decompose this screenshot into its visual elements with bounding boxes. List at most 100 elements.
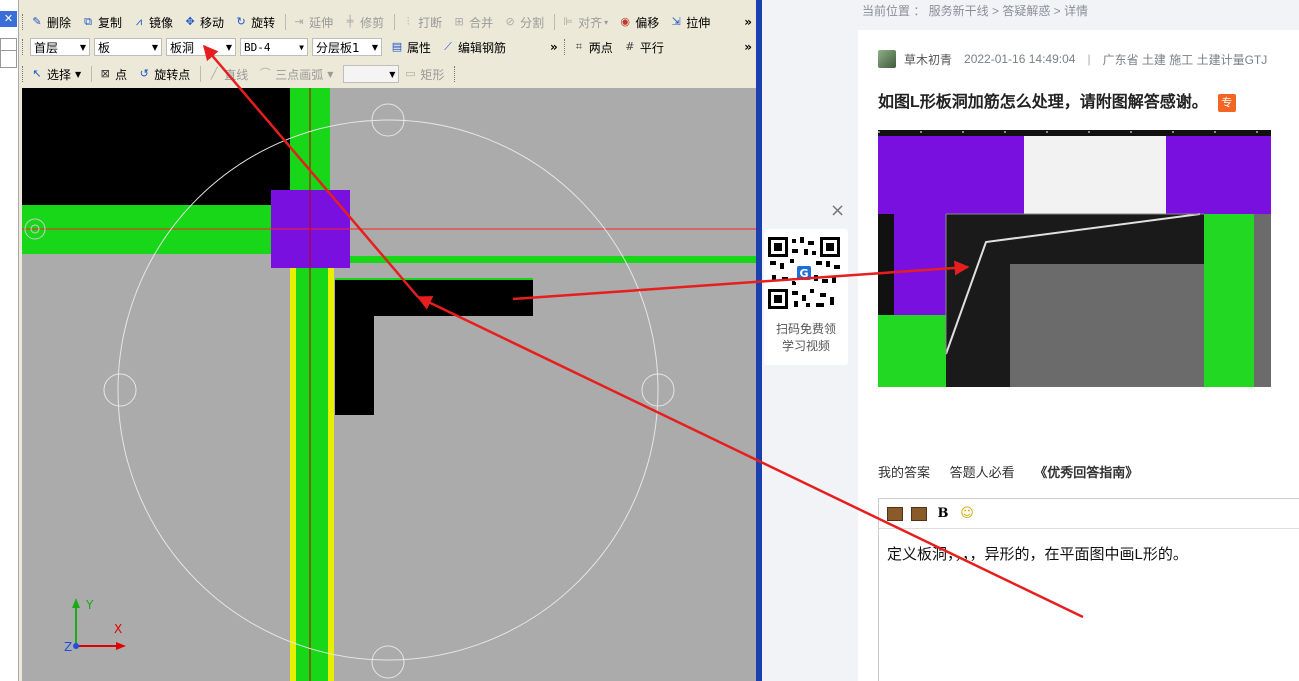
toolbar-separator: [200, 66, 202, 82]
question-tags[interactable]: 广东省 土建 施工 土建计量GTJ: [1103, 51, 1268, 68]
category-select[interactable]: 板 ▼: [94, 38, 162, 56]
line-button[interactable]: ╱ 直线: [207, 66, 248, 83]
edit-toolbar: ✎ 删除 ⧉ 复制 ⩘ 镜像 ✥ 移动 ↻ 旋转 ⇥ 延伸 ╪ 修剪 ⫶ 打断 ⊞ 合并 ⊘ 分割 …: [22, 10, 756, 34]
rotate-point-button[interactable]: ↺ 旋转点: [137, 66, 191, 83]
trim-icon: ╪: [346, 15, 354, 28]
qr-promo[interactable]: G 扫码免费领 学习视频: [764, 229, 848, 365]
toolbar-separator: [91, 66, 93, 82]
toolbar-separator: [394, 14, 396, 30]
chevron-down-icon: ▼: [299, 42, 304, 52]
chevron-down-icon: ▼: [327, 69, 334, 79]
tab-must-read[interactable]: 答题人必看: [950, 465, 1015, 480]
avatar[interactable]: [878, 50, 896, 68]
guide-link[interactable]: 《优秀回答指南》: [1034, 465, 1138, 480]
merge-icon: ⊞: [454, 15, 464, 28]
merge-button[interactable]: ⊞ 合并: [452, 14, 494, 31]
move-button[interactable]: ✥ 移动: [183, 14, 224, 31]
toolbar-grip[interactable]: [454, 66, 458, 82]
drawing-canvas[interactable]: Y X Z: [22, 88, 756, 681]
point-icon: ⊠: [100, 67, 110, 80]
upload-image-icon[interactable]: [911, 506, 927, 521]
parallel-icon: #: [625, 40, 635, 53]
close-icon[interactable]: ✕: [0, 11, 17, 27]
split-button[interactable]: ⊘ 分割: [503, 14, 545, 31]
toolbar-overflow-button[interactable]: »: [744, 40, 756, 54]
axis-label-y: Y: [86, 598, 94, 612]
panel-field[interactable]: [0, 50, 17, 68]
copy-icon: ⧉: [84, 15, 92, 28]
axis-label-z: Z: [64, 640, 73, 654]
copy-button[interactable]: ⧉ 复制: [81, 14, 122, 31]
question-title: 如图L形板洞加筋怎么处理，请附图解答感谢。专: [878, 88, 1236, 112]
answer-editor[interactable]: B ☺ 定义板洞，，，，异形的，在平面图中画L形的。: [878, 498, 1299, 681]
chevron-down-icon: ▼: [151, 42, 158, 52]
chevron-down-icon: ▼: [75, 69, 82, 79]
question-image[interactable]: [878, 130, 1271, 387]
post-timestamp: 2022-01-16 14:49:04: [964, 52, 1076, 66]
component-toolbar: 首层 ▼ 板 ▼ 板洞 ▼ BD-4 ▼ 分层板1 ▼ ▤ 属性 ⟋ 编辑钢筋 » ⌗ 两点 #…: [22, 35, 756, 59]
arc-option-select[interactable]: ▼: [343, 65, 400, 83]
align-button[interactable]: ⊫ 对齐 ▾: [561, 14, 608, 31]
arc-button[interactable]: ⌒ 三点画弧 ▼: [258, 66, 334, 83]
break-button[interactable]: ⫶ 打断: [401, 14, 442, 31]
select-button[interactable]: ↖ 选择 ▼: [30, 66, 81, 83]
split-icon: ⊘: [505, 15, 515, 28]
toolbar-grip[interactable]: [22, 39, 26, 55]
image-icon[interactable]: [887, 506, 903, 521]
qa-webpage: 当前位置 ： 服务新干线 > 答疑解惑 > 详情 × G 扫码免费领 学习视频 …: [762, 0, 1299, 681]
delete-button[interactable]: ✎ 删除: [30, 14, 71, 31]
chevron-down-icon: ▼: [79, 42, 86, 52]
author-row: 草木初青 2022-01-16 14:49:04 | 广东省 土建 施工 土建计…: [878, 50, 1279, 68]
layer-select[interactable]: 分层板1 ▼: [312, 38, 382, 56]
edit-rebar-button[interactable]: ⟋ 编辑钢筋: [441, 39, 506, 56]
toolbar-grip[interactable]: [22, 14, 26, 30]
qr-label: 扫码免费领 学习视频: [775, 322, 836, 353]
rotate-point-icon: ↺: [139, 67, 149, 80]
author-name[interactable]: 草木初青: [904, 51, 952, 68]
mirror-button[interactable]: ⩘ 镜像: [132, 14, 173, 31]
cad-window: ✕ ✎ 删除 ⧉ 复制 ⩘ 镜像 ✥ 移动 ↻ 旋转 ⇥ 延伸 ╪ 修剪 ⫶ 打断 ⊞ 合并 ⊘ 分…: [0, 0, 762, 681]
toolbar-grip[interactable]: [22, 66, 26, 82]
rotate-button[interactable]: ↻ 旋转: [234, 14, 275, 31]
rect-icon: ▭: [405, 67, 416, 80]
offset-button[interactable]: ◉ 偏移: [618, 14, 659, 31]
break-icon: ⫶: [406, 15, 410, 28]
rect-button[interactable]: ▭ 矩形: [403, 66, 444, 83]
qr-code-icon: G: [768, 237, 840, 309]
toolbar-overflow-button[interactable]: »: [744, 15, 756, 29]
cursor-icon: ↖: [32, 67, 42, 80]
draw-toolbar: ↖ 选择 ▼ ⊠ 点 ↺ 旋转点 ╱ 直线 ⌒ 三点画弧 ▼ ▼ ▭ 矩形: [22, 62, 492, 86]
answer-text-area[interactable]: 定义板洞，，，，异形的，在平面图中画L形的。: [879, 529, 1299, 578]
chevron-down-icon: ▾: [604, 17, 609, 27]
extend-icon: ⇥: [294, 15, 304, 28]
extend-button[interactable]: ⇥ 延伸: [292, 14, 333, 31]
bold-button[interactable]: B: [935, 506, 951, 521]
question-card: 草木初青 2022-01-16 14:49:04 | 广东省 土建 施工 土建计…: [858, 30, 1299, 681]
floor-select[interactable]: 首层 ▼: [30, 38, 90, 56]
answer-tabs: 我的答案 答题人必看 《优秀回答指南》: [878, 462, 1154, 481]
stretch-button[interactable]: ⇲ 拉伸: [669, 14, 711, 31]
toolbar-separator: [285, 14, 287, 30]
rebar-icon: ⟋: [444, 40, 452, 53]
point-button[interactable]: ⊠ 点: [98, 66, 128, 83]
properties-button[interactable]: ▤ 属性: [390, 39, 431, 56]
move-icon: ✥: [185, 15, 195, 28]
left-panel-strip: ✕: [0, 0, 19, 681]
line-icon: ╱: [210, 67, 218, 80]
two-point-button[interactable]: ⌗ 两点: [572, 39, 613, 56]
emoji-icon[interactable]: ☺: [959, 506, 975, 521]
parallel-button[interactable]: # 平行: [623, 39, 664, 56]
breadcrumb[interactable]: 当前位置 ： 服务新干线 > 答疑解惑 > 详情: [862, 2, 1088, 19]
tab-my-answer[interactable]: 我的答案: [878, 465, 930, 480]
toolbar-grip[interactable]: [563, 39, 568, 55]
component-code-select[interactable]: BD-4 ▼: [240, 38, 308, 56]
rotate-icon: ↻: [236, 15, 246, 28]
toolbar-overflow-button[interactable]: »: [550, 40, 558, 54]
chevron-down-icon: ▼: [371, 42, 378, 52]
align-icon: ⊫: [563, 15, 573, 28]
question-image-drawing: [878, 130, 1271, 387]
qr-close-icon[interactable]: ×: [830, 200, 845, 221]
two-point-icon: ⌗: [575, 40, 582, 53]
trim-button[interactable]: ╪ 修剪: [343, 14, 384, 31]
component-select[interactable]: 板洞 ▼: [166, 38, 236, 56]
